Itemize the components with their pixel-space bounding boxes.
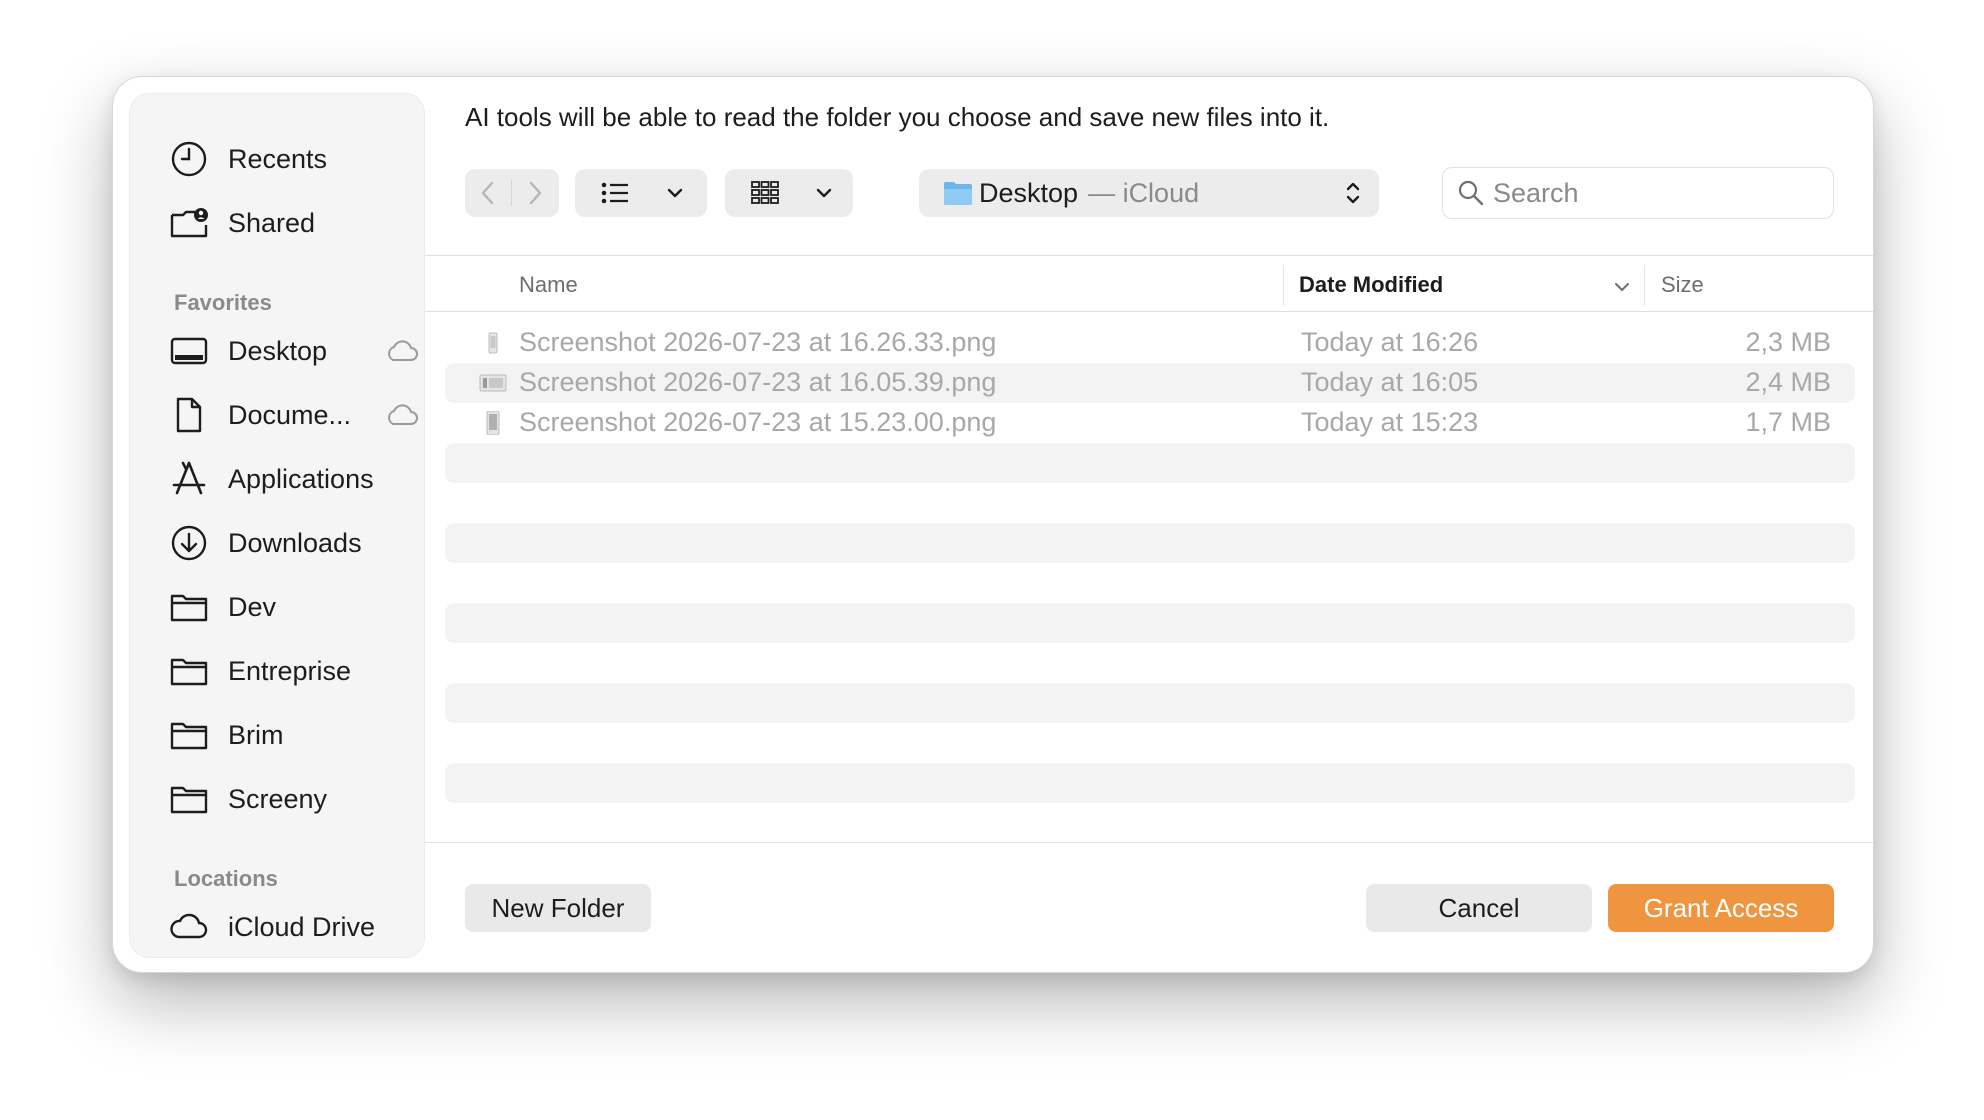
- file-row[interactable]: Screenshot 2026-07-23 at 16.05.39.png To…: [445, 363, 1855, 403]
- file-size: 2,4 MB: [1745, 367, 1831, 397]
- chevron-down-icon: [805, 169, 843, 217]
- file-date: Today at 16:05: [1301, 367, 1479, 397]
- sidebar-item-icloud-drive[interactable]: iCloud Drive: [168, 902, 408, 952]
- sort-chevron-down-icon: [1615, 283, 1629, 291]
- downloads-icon: [168, 522, 210, 564]
- document-icon: [168, 394, 210, 436]
- sidebar-item-label: Brim: [228, 719, 284, 750]
- chevron-right-icon: [529, 181, 542, 205]
- sidebar-item-label: Downloads: [228, 527, 362, 558]
- icloud-status-icon: [388, 404, 418, 425]
- cloud-icon: [168, 906, 210, 948]
- applications-icon: [168, 458, 210, 500]
- sidebar-item-label: Docume...: [228, 399, 352, 430]
- chevron-down-icon: [655, 169, 695, 217]
- navigation-buttons: [465, 169, 559, 217]
- file-picker-dialog: Recents Shared Favorites Desktop Docume.…: [112, 76, 1874, 973]
- folder-icon: [944, 182, 972, 205]
- clock-icon: [168, 138, 210, 180]
- new-folder-button[interactable]: New Folder: [465, 884, 651, 932]
- list-view-icon: [575, 169, 655, 217]
- image-file-icon: [488, 332, 498, 354]
- grant-access-button[interactable]: Grant Access: [1608, 884, 1834, 932]
- location-popup[interactable]: Desktop — iCloud: [919, 169, 1379, 217]
- empty-row: [445, 523, 1855, 563]
- file-name: Screenshot 2026-07-23 at 16.05.39.png: [519, 367, 997, 397]
- sidebar-item-dev[interactable]: Dev: [168, 582, 408, 632]
- favorites-header: Favorites: [174, 290, 272, 315]
- dialog-message: AI tools will be able to read the folder…: [465, 102, 1330, 132]
- header-divider: [425, 311, 1873, 312]
- folder-icon: [168, 650, 210, 692]
- folder-icon: [168, 778, 210, 820]
- list-view-button[interactable]: [575, 169, 707, 217]
- image-file-icon: [486, 411, 500, 435]
- sidebar-item-label: Applications: [228, 463, 374, 494]
- sidebar-item-label: Desktop: [228, 335, 328, 366]
- chevron-left-icon: [481, 181, 494, 205]
- cancel-button[interactable]: Cancel: [1366, 884, 1592, 932]
- sidebar-item-documents[interactable]: Docume...: [168, 390, 418, 440]
- sidebar-item-brim[interactable]: Brim: [168, 710, 408, 760]
- sidebar: Recents Shared Favorites Desktop Docume.…: [129, 93, 425, 958]
- sidebar-item-label: Recents: [228, 143, 328, 174]
- folder-icon: [168, 714, 210, 756]
- empty-row: [445, 443, 1855, 483]
- file-name: Screenshot 2026-07-23 at 16.26.33.png: [519, 327, 997, 357]
- sidebar-item-label: Screeny: [228, 783, 328, 814]
- sidebar-item-desktop[interactable]: Desktop: [168, 326, 418, 376]
- file-name: Screenshot 2026-07-23 at 15.23.00.png: [519, 407, 997, 437]
- sidebar-item-applications[interactable]: Applications: [168, 454, 408, 504]
- group-view-button[interactable]: [725, 169, 853, 217]
- shared-folder-icon: [168, 202, 210, 244]
- grid-view-icon: [725, 169, 805, 217]
- image-file-icon: [479, 374, 507, 392]
- empty-row: [445, 603, 1855, 643]
- sidebar-item-label: iCloud Drive: [228, 911, 376, 942]
- search-icon: [1458, 180, 1484, 206]
- footer-divider: [425, 842, 1873, 843]
- sidebar-item-label: Shared: [228, 207, 316, 238]
- forward-button[interactable]: [512, 169, 558, 217]
- file-date: Today at 16:26: [1301, 327, 1479, 357]
- location-name: Desktop: [979, 177, 1079, 208]
- file-date: Today at 15:23: [1301, 407, 1479, 437]
- file-size: 2,3 MB: [1745, 327, 1831, 357]
- empty-row: [445, 683, 1855, 723]
- up-down-chevron-icon: [1346, 182, 1360, 204]
- column-header-size[interactable]: Size: [1661, 267, 1704, 303]
- search-field[interactable]: Search: [1442, 167, 1834, 219]
- back-button[interactable]: [465, 169, 511, 217]
- column-header-date-modified[interactable]: Date Modified: [1299, 267, 1443, 303]
- location-subtitle: — iCloud: [1088, 177, 1200, 208]
- folder-icon: [168, 586, 210, 628]
- column-separator[interactable]: [1644, 265, 1645, 305]
- icloud-status-icon: [388, 340, 418, 361]
- empty-row: [445, 763, 1855, 803]
- column-header-name[interactable]: Name: [519, 267, 578, 303]
- sidebar-item-entreprise[interactable]: Entreprise: [168, 646, 408, 696]
- sidebar-item-recents[interactable]: Recents: [168, 134, 408, 184]
- sidebar-item-downloads[interactable]: Downloads: [168, 518, 408, 568]
- file-size: 1,7 MB: [1745, 407, 1831, 437]
- desktop-icon: [168, 330, 210, 372]
- sidebar-item-screeny[interactable]: Screeny: [168, 774, 408, 824]
- sidebar-item-label: Entreprise: [228, 655, 352, 686]
- file-row[interactable]: Screenshot 2026-07-23 at 16.26.33.png To…: [445, 323, 1855, 363]
- file-list: Screenshot 2026-07-23 at 16.26.33.png To…: [445, 323, 1855, 803]
- search-placeholder: Search: [1493, 177, 1579, 208]
- sidebar-item-label: Dev: [228, 591, 277, 622]
- toolbar-divider: [425, 255, 1873, 256]
- file-row[interactable]: Screenshot 2026-07-23 at 15.23.00.png To…: [445, 403, 1855, 443]
- column-separator[interactable]: [1283, 265, 1284, 305]
- locations-header: Locations: [174, 866, 278, 891]
- sidebar-item-shared[interactable]: Shared: [168, 198, 408, 248]
